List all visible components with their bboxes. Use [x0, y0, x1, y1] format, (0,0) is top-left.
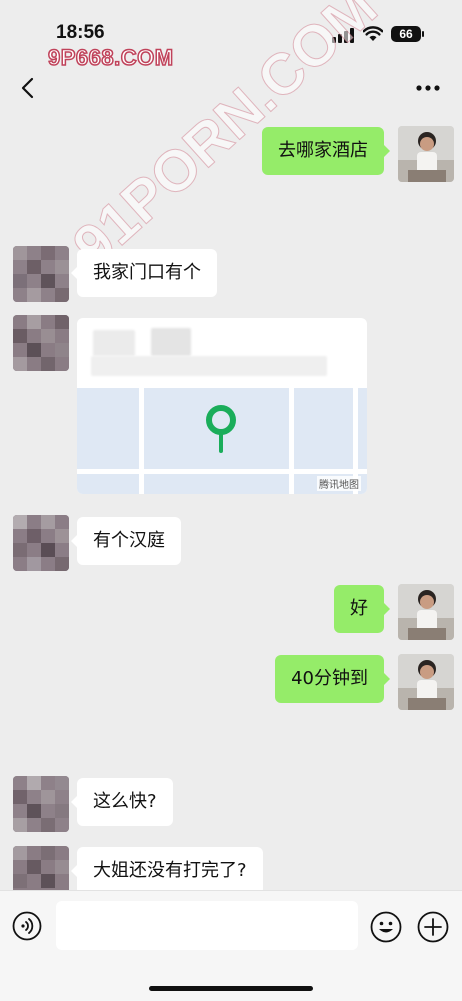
my-avatar[interactable]: [398, 126, 454, 182]
contact-avatar[interactable]: [13, 315, 69, 371]
voice-icon[interactable]: [12, 911, 42, 941]
message-bubble-sent[interactable]: 去哪家酒店: [262, 127, 390, 175]
location-message-card[interactable]: 腾讯地图: [77, 318, 367, 494]
message-input[interactable]: [56, 901, 358, 950]
map-preview: 腾讯地图: [77, 383, 367, 494]
contact-avatar[interactable]: [13, 776, 69, 832]
back-chevron-icon[interactable]: [18, 76, 40, 100]
emoji-icon[interactable]: [370, 911, 402, 943]
battery-indicator: 66: [391, 26, 424, 42]
message-bubble-received[interactable]: 大姐还没有打完了?: [71, 847, 263, 895]
home-indicator: [149, 986, 313, 991]
my-avatar[interactable]: [398, 654, 454, 710]
cellular-signal-icon: [332, 27, 354, 43]
more-dots-icon[interactable]: [412, 76, 444, 100]
message-bubble-received[interactable]: 这么快?: [71, 778, 173, 826]
wifi-icon: [363, 26, 383, 41]
message-bubble-received[interactable]: 有个汉庭: [71, 517, 181, 565]
chat-nav-bar: [0, 60, 462, 114]
plus-icon[interactable]: [417, 911, 449, 943]
location-title-blurred: [93, 330, 135, 356]
location-address-blurred: [91, 356, 327, 376]
message-bubble-sent[interactable]: 40分钟到: [275, 655, 390, 703]
location-title-blurred: [151, 328, 191, 356]
map-source-label: 腾讯地图: [317, 476, 361, 491]
status-time: 18:56: [56, 22, 105, 43]
chat-input-bar: [0, 890, 462, 1001]
contact-avatar[interactable]: [13, 246, 69, 302]
message-bubble-sent[interactable]: 好: [334, 585, 390, 633]
my-avatar[interactable]: [398, 584, 454, 640]
message-bubble-received[interactable]: 我家门口有个: [71, 249, 217, 297]
contact-avatar[interactable]: [13, 515, 69, 571]
map-pin-icon: [206, 405, 236, 453]
